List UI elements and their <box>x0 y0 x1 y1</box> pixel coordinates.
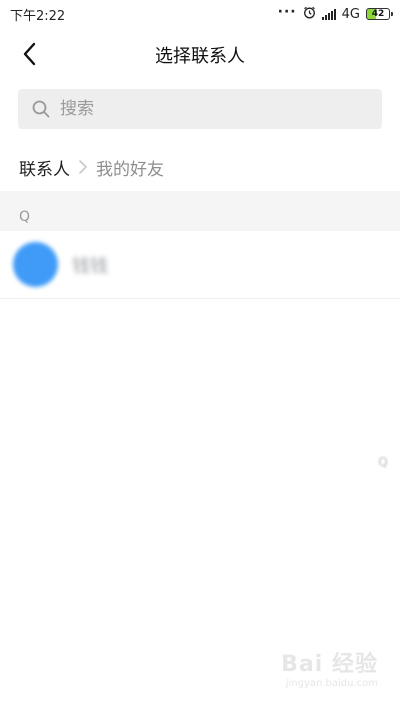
page-title: 选择联系人 <box>155 46 245 67</box>
watermark-url: jingyan.baidu.com <box>285 678 378 689</box>
status-time: 下午2:22 <box>10 8 66 24</box>
network-type: 4G <box>341 6 360 22</box>
battery-level: 42 <box>371 9 385 19</box>
breadcrumb-root[interactable]: 联系人 <box>19 155 70 180</box>
signal-icon <box>321 8 336 20</box>
contact-name: 钱钱 <box>72 255 108 277</box>
status-icons: ··· 4G 42 <box>277 4 393 23</box>
battery-icon: 42 <box>366 8 393 20</box>
section-header: Q <box>0 191 400 231</box>
alphabet-index[interactable]: Q <box>376 452 390 472</box>
breadcrumb-current: 我的好友 <box>96 159 164 180</box>
avatar <box>13 242 58 287</box>
watermark: Bai 经验 jingyan.baidu.com <box>281 646 378 689</box>
section-letter: Q <box>19 209 31 225</box>
watermark-brand: Bai 经验 <box>281 652 378 677</box>
alarm-icon <box>303 6 316 23</box>
contact-row[interactable]: 钱钱 <box>0 231 400 299</box>
status-bar: 下午2:22 ··· 4G 42 <box>0 0 400 28</box>
search-input[interactable] <box>58 98 362 120</box>
more-dots-icon: ··· <box>277 4 297 20</box>
page: 下午2:22 ··· 4G 42 选择联系人 搜索 联系人 我的好友 Q 钱钱 … <box>0 0 400 711</box>
index-letter[interactable]: Q <box>378 455 387 469</box>
title-bar: 选择联系人 <box>0 28 400 80</box>
breadcrumb: 联系人 我的好友 <box>19 154 164 180</box>
search-icon <box>32 100 50 118</box>
search-box[interactable] <box>18 89 382 129</box>
chevron-right-icon <box>78 159 88 175</box>
